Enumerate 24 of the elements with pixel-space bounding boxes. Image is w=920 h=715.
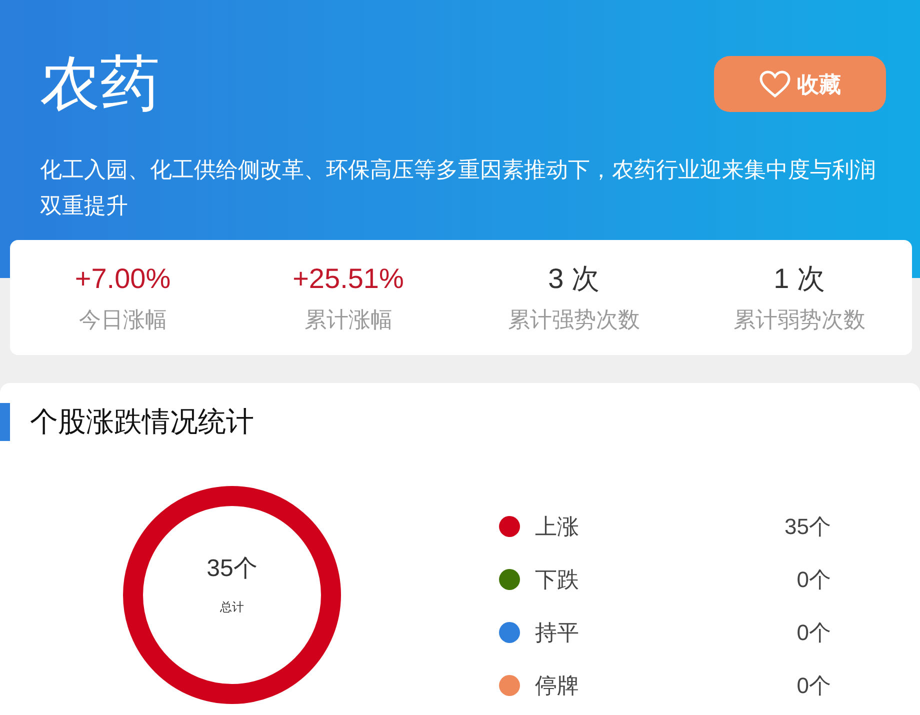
heart-icon [759, 70, 791, 98]
stat-value: 1 次 [774, 262, 825, 296]
section-title: 个股涨跌情况统计 [30, 405, 254, 439]
legend-count: 0个 [796, 672, 831, 700]
section-accent-bar [0, 403, 10, 441]
description: 化工入园、化工供给侧改革、环保高压等多重因素推动下，农药行业迎来集中度与利润双重提升 [40, 156, 877, 220]
stat-value: 3 次 [548, 262, 600, 296]
total-count: 35个 [206, 554, 258, 584]
favorite-button[interactable]: 收藏 [714, 56, 886, 112]
legend-count: 0个 [796, 566, 831, 594]
page-title: 农药 [40, 49, 160, 119]
legend-count: 35个 [784, 513, 831, 541]
legend-label: 停牌 [535, 672, 580, 700]
stat-label: 累计涨幅 [304, 306, 392, 334]
stat-value: +25.51% [292, 262, 404, 296]
legend-label: 上涨 [535, 513, 580, 541]
stat-label: 累计强势次数 [508, 306, 640, 334]
stat-label: 今日涨幅 [78, 306, 167, 334]
stat-value: +7.00% [74, 262, 171, 296]
legend-label: 持平 [535, 619, 580, 647]
legend-count: 0个 [796, 619, 831, 647]
total-label: 总计 [220, 599, 244, 616]
stat-label: 累计弱势次数 [733, 306, 866, 334]
legend-label: 下跌 [535, 566, 580, 594]
